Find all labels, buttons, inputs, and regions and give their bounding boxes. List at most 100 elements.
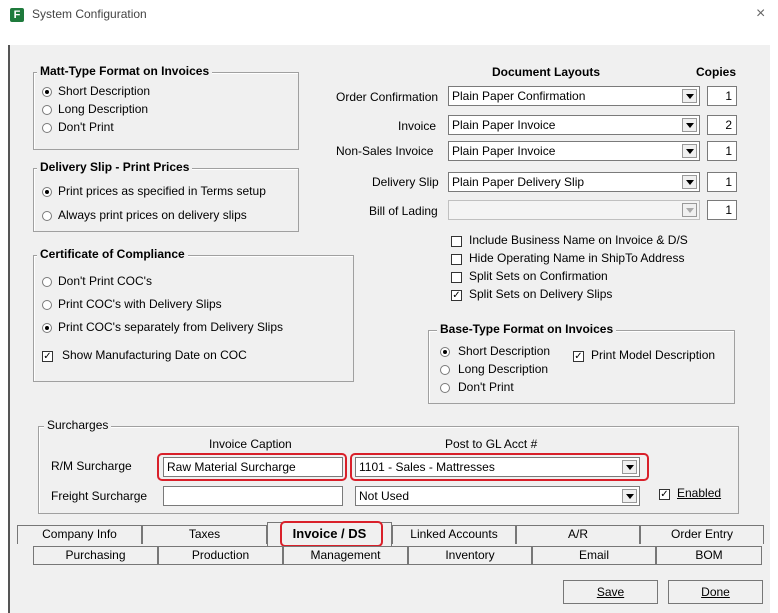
tab-bom[interactable]: BOM <box>656 546 762 565</box>
include-business-name-label: Include Business Name on Invoice & D/S <box>469 233 688 247</box>
invoice-layout-value: Plain Paper Invoice <box>452 118 556 132</box>
invoice-layout-select[interactable]: Plain Paper Invoice <box>448 115 700 135</box>
delivery-slip-layout-select[interactable]: Plain Paper Delivery Slip <box>448 172 700 192</box>
tab-order-entry[interactable]: Order Entry <box>640 525 764 544</box>
chevron-down-icon[interactable] <box>682 175 697 189</box>
coc-dontprint-radio[interactable] <box>42 277 52 287</box>
tab-ar[interactable]: A/R <box>516 525 640 544</box>
rm-gl-value: 1101 - Sales - Mattresses <box>359 460 495 474</box>
invoice-copies[interactable]: 2 <box>707 115 737 135</box>
rm-gl-select[interactable]: 1101 - Sales - Mattresses <box>355 457 640 477</box>
gl-acct-header: Post to GL Acct # <box>445 437 538 451</box>
ds-terms-radio[interactable] <box>42 187 52 197</box>
print-model-checkbox[interactable]: ✓ <box>573 351 584 362</box>
tab-management[interactable]: Management <box>283 546 408 565</box>
base-short-label: Short Description <box>458 344 551 358</box>
coc-with-ds-label: Print COC's with Delivery Slips <box>58 297 222 311</box>
matt-short-radio[interactable] <box>42 87 52 97</box>
coc-dontprint-label: Don't Print COC's <box>58 274 152 288</box>
chevron-down-icon[interactable] <box>622 489 637 503</box>
tab-purchasing[interactable]: Purchasing <box>33 546 158 565</box>
copies-header: Copies <box>696 65 737 79</box>
split-sets-confirmation-checkbox[interactable] <box>451 272 462 283</box>
chevron-down-icon[interactable] <box>622 460 637 474</box>
chevron-down-icon[interactable] <box>682 89 697 103</box>
coc-separate-label: Print COC's separately from Delivery Sli… <box>58 320 284 334</box>
tab-taxes[interactable]: Taxes <box>142 525 267 544</box>
ds-terms-label: Print prices as specified in Terms setup <box>58 184 266 198</box>
freight-gl-select[interactable]: Not Used <box>355 486 640 506</box>
bill-of-lading-label: Bill of Lading <box>369 204 438 218</box>
done-button[interactable]: Done <box>668 580 763 604</box>
non-sales-invoice-layout-value: Plain Paper Invoice <box>452 144 556 158</box>
tab-company-info[interactable]: Company Info <box>17 525 142 544</box>
show-mfg-date-label: Show Manufacturing Date on COC <box>62 348 247 362</box>
include-business-name-checkbox[interactable] <box>451 236 462 247</box>
matt-dontprint-radio[interactable] <box>42 123 52 133</box>
base-dontprint-radio[interactable] <box>440 383 450 393</box>
split-sets-delivery-label: Split Sets on Delivery Slips <box>469 287 613 301</box>
delivery-slip-copies[interactable]: 1 <box>707 172 737 192</box>
matt-long-radio[interactable] <box>42 105 52 115</box>
order-confirmation-layout-value: Plain Paper Confirmation <box>452 89 586 103</box>
coc-title: Certificate of Compliance <box>37 247 188 261</box>
tab-linked-accounts[interactable]: Linked Accounts <box>392 525 516 544</box>
chevron-down-icon[interactable] <box>682 118 697 132</box>
delivery-slip-group <box>33 168 299 232</box>
done-button-label: Done <box>701 585 730 599</box>
matt-dontprint-label: Don't Print <box>58 120 114 134</box>
base-short-radio[interactable] <box>440 347 450 357</box>
tab-email[interactable]: Email <box>532 546 656 565</box>
non-sales-invoice-label: Non-Sales Invoice <box>336 144 434 158</box>
non-sales-invoice-copies[interactable]: 1 <box>707 141 737 161</box>
save-button[interactable]: Save <box>563 580 658 604</box>
tab-production[interactable]: Production <box>158 546 283 565</box>
coc-with-ds-radio[interactable] <box>42 300 52 310</box>
base-dontprint-label: Don't Print <box>458 380 514 394</box>
split-sets-confirmation-label: Split Sets on Confirmation <box>469 269 608 283</box>
base-long-label: Long Description <box>458 362 549 376</box>
bill-of-lading-copies[interactable]: 1 <box>707 200 737 220</box>
matt-type-title: Matt-Type Format on Invoices <box>37 64 213 78</box>
coc-separate-radio[interactable] <box>42 323 52 333</box>
rm-caption-input[interactable]: Raw Material Surcharge <box>163 457 343 477</box>
title-bar: F System Configuration × <box>0 0 778 30</box>
tab-invoice-ds-highlight <box>280 521 383 547</box>
enabled-label: Enabled <box>677 486 722 500</box>
rm-surcharge-label: R/M Surcharge <box>51 459 132 473</box>
delivery-slip-label: Delivery Slip <box>372 175 439 189</box>
window-title: System Configuration <box>32 7 147 21</box>
chevron-down-icon <box>682 203 697 217</box>
invoice-caption-header: Invoice Caption <box>209 437 292 451</box>
save-button-label: Save <box>596 585 625 599</box>
order-confirmation-label: Order Confirmation <box>336 90 439 104</box>
hide-operating-name-label: Hide Operating Name in ShipTo Address <box>469 251 685 265</box>
surcharges-title: Surcharges <box>44 418 112 432</box>
base-type-title: Base-Type Format on Invoices <box>437 322 617 336</box>
hide-operating-name-checkbox[interactable] <box>451 254 462 265</box>
invoice-label: Invoice <box>398 119 437 133</box>
chevron-down-icon[interactable] <box>682 144 697 158</box>
matt-short-label: Short Description <box>58 84 151 98</box>
matt-long-label: Long Description <box>58 102 149 116</box>
bill-of-lading-layout-select[interactable] <box>448 200 700 220</box>
ds-always-label: Always print prices on delivery slips <box>58 208 247 222</box>
delivery-slip-layout-value: Plain Paper Delivery Slip <box>452 175 585 189</box>
ds-always-radio[interactable] <box>42 211 52 221</box>
show-mfg-date-checkbox[interactable]: ✓ <box>42 351 53 362</box>
close-icon[interactable]: × <box>756 5 765 23</box>
freight-surcharge-label: Freight Surcharge <box>51 489 148 503</box>
split-sets-delivery-checkbox[interactable]: ✓ <box>451 290 462 301</box>
enabled-checkbox[interactable]: ✓ <box>659 489 670 500</box>
document-layouts-header: Document Layouts <box>492 65 601 79</box>
delivery-slip-title: Delivery Slip - Print Prices <box>37 160 193 174</box>
freight-gl-value: Not Used <box>359 489 410 503</box>
order-confirmation-copies[interactable]: 1 <box>707 86 737 106</box>
freight-caption-input[interactable] <box>163 486 343 506</box>
tab-inventory[interactable]: Inventory <box>408 546 532 565</box>
non-sales-invoice-layout-select[interactable]: Plain Paper Invoice <box>448 141 700 161</box>
base-long-radio[interactable] <box>440 365 450 375</box>
order-confirmation-layout-select[interactable]: Plain Paper Confirmation <box>448 86 700 106</box>
app-icon: F <box>10 8 24 22</box>
print-model-label: Print Model Description <box>591 348 716 362</box>
